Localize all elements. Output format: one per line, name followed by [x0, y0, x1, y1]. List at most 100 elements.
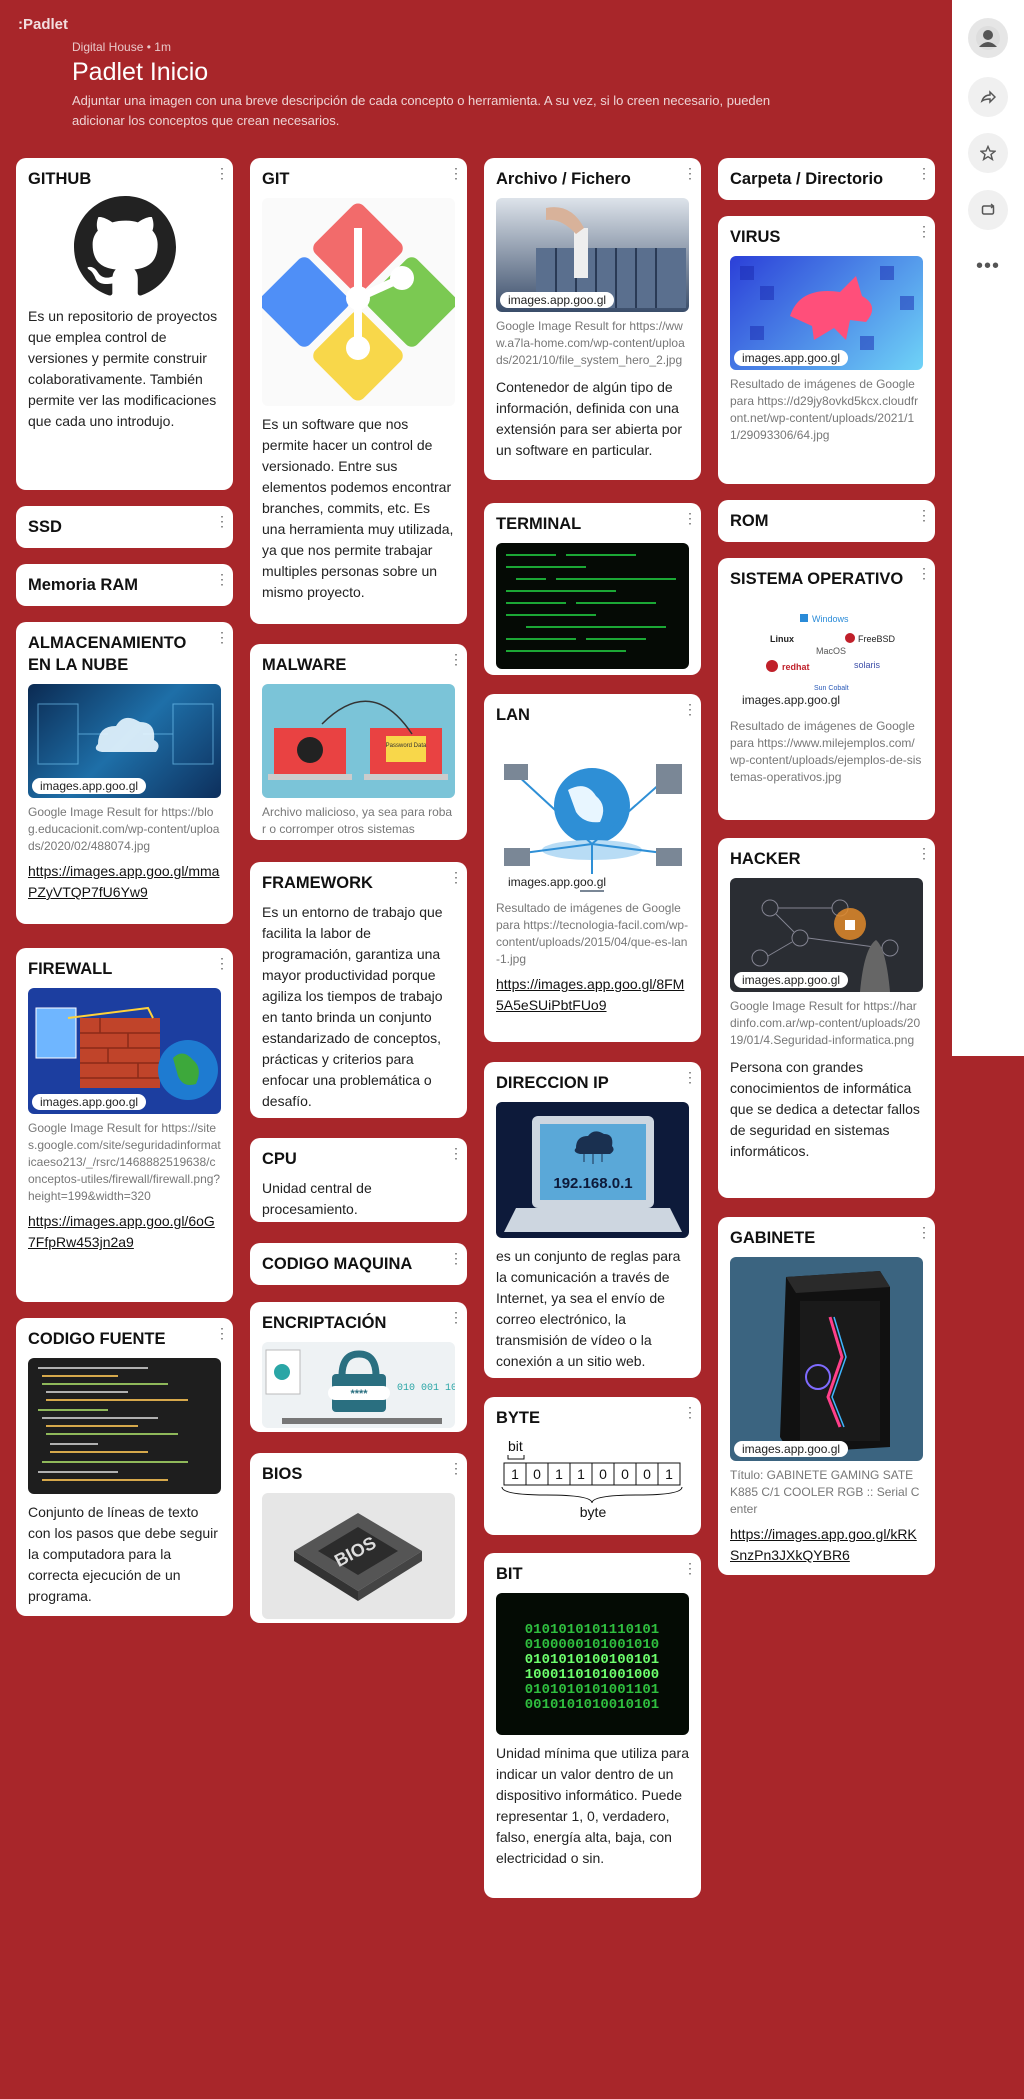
post-title: FRAMEWORK [262, 874, 373, 892]
post-menu-icon[interactable]: ⋮ [449, 870, 463, 884]
post-card-bit[interactable]: BIT ⋮ 0101010101110101 0100000101001010 01… [484, 1553, 701, 1898]
post-menu-icon[interactable]: ⋮ [683, 1405, 697, 1419]
share-icon[interactable] [968, 77, 1008, 117]
remake-icon[interactable] [968, 190, 1008, 230]
post-card-lan[interactable]: LAN ⋮ images.app.goo.gl Resultado de imá… [484, 694, 701, 1042]
source-code-image[interactable] [28, 1358, 221, 1494]
post-menu-icon[interactable]: ⋮ [917, 224, 931, 238]
post-menu-icon[interactable]: ⋮ [215, 572, 229, 586]
post-card-bios[interactable]: BIOS ⋮ BIOS [250, 1453, 467, 1623]
post-card-almacenamiento-nube[interactable]: ALMACENAMIENTO EN LA NUBE ⋮ images.app.g… [16, 622, 233, 924]
post-body: Conjunto de líneas de texto con los paso… [28, 1504, 218, 1604]
binary-code-image[interactable]: 0101010101110101 0100000101001010 01010101… [496, 1593, 689, 1735]
post-card-git[interactable]: GIT ⋮ Es un software que nos permite hac… [250, 158, 467, 624]
post-menu-icon[interactable]: ⋮ [917, 846, 931, 860]
post-card-encriptacion[interactable]: ENCRIPTACIÓN ⋮ **** 010 001 100 011 [250, 1302, 467, 1432]
post-title: Carpeta / Directorio [730, 170, 884, 188]
post-card-byte[interactable]: BYTE ⋮ bit byte 1 0 1 1 0 0 0 1 [484, 1397, 701, 1535]
post-card-malware[interactable]: MALWARE ⋮ Password Data Archivo malicios… [250, 644, 467, 840]
byte-bit-value: 0 [621, 1466, 629, 1482]
post-body: Archivo malicioso, ya sea para robar o c… [262, 805, 453, 836]
post-card-gabinete[interactable]: GABINETE ⋮ images.app.goo.gl Título: GAB… [718, 1217, 935, 1575]
binary-row: 0100000101001010 [525, 1637, 659, 1653]
post-menu-icon[interactable]: ⋮ [449, 652, 463, 666]
post-body: Unidad mínima que utiliza para indicar u… [496, 1745, 689, 1866]
post-card-rom[interactable]: ROM ⋮ [718, 500, 935, 542]
os-name: Windows [812, 614, 849, 624]
post-title: CODIGO MAQUINA [262, 1255, 413, 1273]
avatar-icon[interactable] [968, 18, 1008, 58]
post-card-framework[interactable]: FRAMEWORK ⋮ Es un entorno de trabajo que… [250, 862, 467, 1118]
ip-address-image[interactable]: 192.168.0.1 [496, 1102, 689, 1238]
post-card-virus[interactable]: VIRUS ⋮ images.app.goo.gl Resultado de i… [718, 216, 935, 484]
image-source-badge: images.app.goo.gl [500, 874, 615, 890]
firewall-image[interactable]: images.app.goo.gl [28, 988, 221, 1114]
post-card-sistema-operativo[interactable]: SISTEMA OPERATIVO ⋮ Windows Linux FreeBSD M… [718, 558, 935, 820]
post-menu-icon[interactable]: ⋮ [683, 702, 697, 716]
star-icon[interactable] [968, 133, 1008, 173]
post-menu-icon[interactable]: ⋮ [449, 1146, 463, 1160]
image-source-badge: images.app.goo.gl [500, 292, 615, 308]
post-card-codigo-fuente[interactable]: CODIGO FUENTE ⋮ Conjunto de líneas de te… [16, 1318, 233, 1616]
hacker-image[interactable]: images.app.goo.gl [730, 878, 923, 992]
post-menu-icon[interactable]: ⋮ [683, 1070, 697, 1084]
byte-bit-value: 1 [665, 1466, 673, 1482]
post-menu-icon[interactable]: ⋮ [449, 166, 463, 180]
post-card-archivo[interactable]: Archivo / Fichero ⋮ images.app.goo.gl Go… [484, 158, 701, 480]
post-menu-icon[interactable]: ⋮ [449, 1310, 463, 1324]
virus-image[interactable]: images.app.goo.gl [730, 256, 923, 370]
malware-image[interactable]: Password Data [262, 684, 455, 798]
post-card-cpu[interactable]: CPU ⋮ Unidad central de procesamiento. [250, 1138, 467, 1222]
post-menu-icon[interactable]: ⋮ [917, 508, 931, 522]
more-icon[interactable]: ••• [968, 246, 1008, 286]
attachment-link[interactable]: https://images.app.goo.gl/6oG7FfpRw453jn… [28, 1211, 221, 1253]
post-menu-icon[interactable]: ⋮ [683, 511, 697, 525]
post-title: ALMACENAMIENTO EN LA NUBE [28, 634, 187, 674]
image-source-badge: images.app.goo.gl [32, 778, 147, 794]
byte-bit-value: 0 [643, 1466, 651, 1482]
file-cabinet-image[interactable]: images.app.goo.gl [496, 198, 689, 312]
post-menu-icon[interactable]: ⋮ [917, 566, 931, 580]
pc-case-image[interactable]: images.app.goo.gl [730, 1257, 923, 1461]
post-menu-icon[interactable]: ⋮ [215, 956, 229, 970]
byte-diagram: bit byte 1 0 1 1 0 0 0 1 [496, 1437, 689, 1523]
encryption-image[interactable]: **** 010 001 100 011 [262, 1342, 455, 1428]
post-card-terminal[interactable]: TERMINAL ⋮ [484, 503, 701, 675]
cloud-storage-image[interactable]: images.app.goo.gl [28, 684, 221, 798]
os-logos-image[interactable]: Windows Linux FreeBSD MacOS redhat solaris Sun… [730, 598, 923, 712]
git-logo-icon [262, 198, 455, 406]
post-card-carpeta[interactable]: Carpeta / Directorio ⋮ [718, 158, 935, 200]
post-menu-icon[interactable]: ⋮ [215, 514, 229, 528]
terminal-image[interactable] [496, 543, 689, 669]
bios-chip-image[interactable]: BIOS [262, 1493, 455, 1619]
post-title: CPU [262, 1150, 297, 1168]
attachment-link[interactable]: https://images.app.goo.gl/mmaPZyVTQP7fU6… [28, 861, 221, 903]
post-card-firewall[interactable]: FIREWALL ⋮ images.app.goo.gl Google Imag… [16, 948, 233, 1302]
post-menu-icon[interactable]: ⋮ [917, 166, 931, 180]
post-card-ssd[interactable]: SSD ⋮ [16, 506, 233, 548]
post-card-github[interactable]: GITHUB ⋮ Es un repositorio de proyectos … [16, 158, 233, 490]
padlet-logo[interactable]: :Padlet [18, 16, 68, 33]
post-menu-icon[interactable]: ⋮ [215, 630, 229, 644]
post-card-codigo-maquina[interactable]: CODIGO MAQUINA ⋮ [250, 1243, 467, 1285]
attachment-link[interactable]: https://images.app.goo.gl/kRKSnzPn3JXkQY… [730, 1524, 923, 1566]
post-menu-icon[interactable]: ⋮ [449, 1461, 463, 1475]
post-menu-icon[interactable]: ⋮ [683, 166, 697, 180]
post-menu-icon[interactable]: ⋮ [449, 1251, 463, 1265]
padlet-header: Digital House • 1m Padlet Inicio Adjunta… [72, 40, 792, 131]
post-card-direccion-ip[interactable]: DIRECCION IP ⋮ 192.168.0.1 es un conjunt… [484, 1062, 701, 1378]
encryption-bits-text: 010 001 100 011 [397, 1383, 455, 1394]
post-card-memoria-ram[interactable]: Memoria RAM ⋮ [16, 564, 233, 606]
byte-label: byte [580, 1504, 607, 1520]
post-title: HACKER [730, 850, 801, 868]
post-title: ROM [730, 512, 769, 530]
lan-network-image[interactable]: images.app.goo.gl [496, 734, 689, 894]
post-menu-icon[interactable]: ⋮ [917, 1225, 931, 1239]
post-card-hacker[interactable]: HACKER ⋮ images.app.goo.gl Google Image … [718, 838, 935, 1198]
attachment-link[interactable]: https://images.app.goo.gl/8FM5A5eSUiPbtF… [496, 974, 689, 1016]
binary-row: 0101010101110101 [525, 1622, 659, 1638]
post-menu-icon[interactable]: ⋮ [215, 1326, 229, 1340]
post-body: Es un software que nos permite hacer un … [262, 416, 454, 600]
post-menu-icon[interactable]: ⋮ [683, 1561, 697, 1575]
post-menu-icon[interactable]: ⋮ [215, 166, 229, 180]
